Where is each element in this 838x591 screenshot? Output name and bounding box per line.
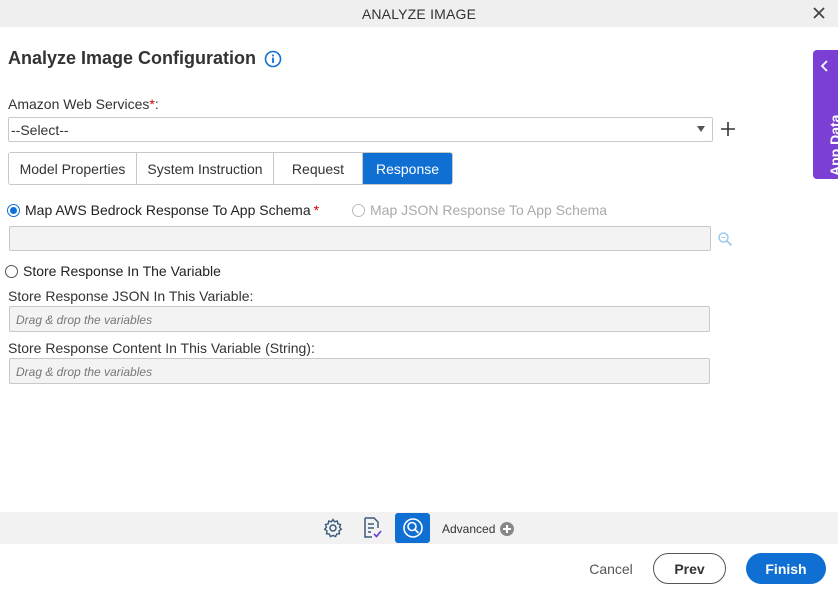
app-data-label: App Data: [827, 114, 838, 176]
validate-button[interactable]: [359, 515, 385, 541]
window-title: ANALYZE IMAGE: [361, 5, 477, 22]
aws-select-value: --Select--: [11, 122, 69, 138]
map-json-radio-row[interactable]: Map JSON Response To App Schema: [352, 202, 607, 218]
document-check-icon: [364, 517, 382, 538]
map-bedrock-label: Map AWS Bedrock Response To App Schema: [25, 202, 311, 218]
aws-select[interactable]: --Select--: [8, 117, 713, 142]
tab-response[interactable]: Response: [363, 153, 452, 184]
aws-field-label: Amazon Web Services*:: [8, 96, 159, 112]
map-json-radio[interactable]: [352, 203, 365, 217]
map-bedrock-radio[interactable]: [7, 203, 20, 217]
app-schema-input[interactable]: [9, 226, 711, 251]
window-titlebar: ANALYZE IMAGE: [0, 0, 838, 27]
tab-model-properties[interactable]: Model Properties: [9, 153, 137, 184]
store-variable-radio[interactable]: [5, 264, 18, 278]
finish-button[interactable]: Finish: [746, 553, 826, 584]
dropdown-arrow-icon: [697, 126, 705, 132]
info-icon[interactable]: [264, 50, 282, 68]
json-var-input[interactable]: Drag & drop the variables: [9, 306, 710, 332]
store-variable-label: Store Response In The Variable: [23, 263, 221, 279]
app-data-panel-toggle[interactable]: App Data: [813, 50, 838, 179]
content-var-label: Store Response Content In This Variable …: [8, 340, 315, 356]
chevron-left-icon: [820, 60, 828, 72]
add-aws-button[interactable]: [719, 120, 737, 138]
map-json-label: Map JSON Response To App Schema: [370, 202, 608, 218]
settings-button[interactable]: [320, 515, 346, 541]
page-title: Analyze Image Configuration: [8, 48, 257, 68]
plus-circle-icon: [500, 522, 515, 536]
analyze-image-button[interactable]: [395, 513, 430, 543]
tab-request[interactable]: Request: [274, 153, 363, 184]
bottom-toolbar: Advanced: [0, 512, 838, 544]
store-variable-radio-row[interactable]: Store Response In The Variable: [5, 263, 221, 279]
map-bedrock-radio-row[interactable]: Map AWS Bedrock Response To App Schema *: [7, 202, 319, 218]
config-tabs: Model Properties System Instruction Requ…: [8, 152, 453, 185]
tab-system-instruction[interactable]: System Instruction: [137, 153, 274, 184]
image-search-icon: [402, 518, 423, 538]
json-var-placeholder: Drag & drop the variables: [16, 313, 153, 327]
gear-icon: [323, 518, 343, 538]
cancel-button[interactable]: Cancel: [582, 553, 640, 584]
search-icon[interactable]: [717, 231, 733, 247]
content-var-placeholder: Drag & drop the variables: [16, 365, 153, 379]
page-heading: Analyze Image Configuration: [8, 48, 282, 69]
advanced-label: Advanced: [442, 522, 496, 536]
json-var-label: Store Response JSON In This Variable:: [8, 288, 254, 304]
content-var-input[interactable]: Drag & drop the variables: [9, 358, 710, 384]
prev-button[interactable]: Prev: [653, 553, 726, 584]
close-icon[interactable]: [810, 4, 828, 22]
advanced-toggle[interactable]: Advanced: [442, 522, 515, 536]
